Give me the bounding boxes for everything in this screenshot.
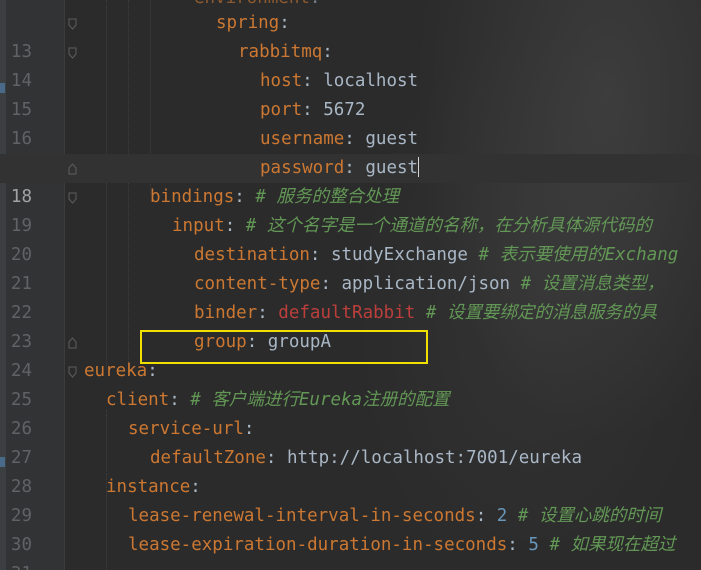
yaml-value: 5672 bbox=[323, 100, 366, 120]
code-line: 22 content-type: application/json # 设置消息… bbox=[0, 270, 701, 323]
yaml-value: guest bbox=[365, 158, 419, 178]
yaml-key: port bbox=[260, 100, 303, 120]
code-line: 13 spring: bbox=[0, 9, 701, 62]
yaml-key: instance bbox=[106, 477, 191, 497]
yaml-value: localhost bbox=[323, 71, 419, 91]
yaml-key: client bbox=[106, 390, 170, 410]
yaml-comment: # 如果现在超过 bbox=[549, 535, 676, 555]
yaml-key: spring bbox=[216, 13, 280, 33]
yaml-comment: # 表示要使用的Exchang bbox=[478, 245, 679, 265]
code-line: 27 service-url: bbox=[0, 415, 701, 468]
code-line: 21 destination: studyExchange # 表示要使用的Ex… bbox=[0, 241, 701, 294]
yaml-value: guest bbox=[365, 129, 419, 149]
yaml-comment: # 服务的整合处理 bbox=[255, 187, 399, 207]
yaml-key: eureka bbox=[84, 361, 148, 381]
fold-marker-icon[interactable] bbox=[68, 366, 77, 378]
yaml-key: binder bbox=[194, 303, 258, 323]
yaml-comment: # 客户端进行Eureka注册的配置 bbox=[190, 390, 450, 410]
code-line-current: 18 password: guest bbox=[0, 154, 701, 207]
yaml-key: destination bbox=[194, 245, 310, 265]
code-line: 14 rabbitmq: bbox=[0, 38, 701, 91]
code-line: 26 client: # 客户端进行Eureka注册的配置 bbox=[0, 386, 701, 439]
code-line: 15 host: localhost bbox=[0, 67, 701, 120]
yaml-comment: # 设置消息类型， bbox=[520, 274, 665, 294]
code-line: 23 binder: defaultRabbit # 设置要绑定的消息服务的具 bbox=[0, 299, 701, 352]
yaml-key: input bbox=[172, 216, 225, 236]
yaml-key: content-type bbox=[194, 274, 321, 294]
yaml-key: service-url bbox=[128, 419, 244, 439]
text-caret bbox=[418, 157, 420, 177]
yaml-comment: # 这个名字是一个通道的名称，在分析具体源代码的 bbox=[245, 216, 652, 236]
fold-marker-icon[interactable] bbox=[68, 47, 77, 59]
code-line: 28 defaultZone: http://localhost:7001/eu… bbox=[0, 444, 701, 497]
yaml-key: rabbitmq bbox=[238, 42, 323, 62]
yaml-key: password bbox=[260, 158, 345, 178]
yaml-value: studyExchange bbox=[330, 245, 468, 265]
yaml-value: application/json bbox=[341, 274, 511, 294]
code-editor[interactable]: environment: 13 spring: 14 rabbitmq: 15 … bbox=[0, 0, 701, 570]
fold-marker-icon[interactable] bbox=[68, 18, 77, 30]
yaml-key: lease-renewal-interval-in-seconds bbox=[128, 506, 476, 526]
annotation-highlight-box bbox=[140, 330, 428, 364]
yaml-reference-value: defaultRabbit bbox=[278, 303, 416, 323]
yaml-key: defaultZone bbox=[150, 448, 266, 468]
code-line: 20 input: # 这个名字是一个通道的名称，在分析具体源代码的 bbox=[0, 212, 701, 265]
yaml-key: lease-expiration-duration-in-seconds bbox=[128, 535, 508, 555]
line-number: 31 bbox=[0, 560, 32, 570]
yaml-comment: # 设置要绑定的消息服务的具 bbox=[425, 303, 657, 323]
code-line: 19 bindings: # 服务的整合处理 bbox=[0, 183, 701, 236]
yaml-comment: # 设置心跳的时间 bbox=[517, 506, 662, 526]
code-line: 31 lease-expiration-duration-in-seconds:… bbox=[0, 531, 701, 570]
yaml-key: host bbox=[260, 71, 303, 91]
code-line: 17 username: guest bbox=[0, 125, 701, 178]
code-line: 29 instance: bbox=[0, 473, 701, 526]
yaml-number: 2 bbox=[496, 506, 508, 526]
code-line: 30 lease-renewal-interval-in-seconds: 2 … bbox=[0, 502, 701, 555]
fold-end-icon[interactable] bbox=[68, 337, 77, 349]
fold-marker-icon[interactable] bbox=[68, 192, 77, 204]
fold-end-icon[interactable] bbox=[68, 163, 77, 175]
yaml-number: 5 bbox=[528, 535, 539, 555]
yaml-value: http://localhost:7001/eureka bbox=[286, 448, 582, 468]
yaml-key: bindings bbox=[150, 187, 235, 207]
yaml-key: username bbox=[260, 129, 345, 149]
code-line: 16 port: 5672 bbox=[0, 96, 701, 149]
